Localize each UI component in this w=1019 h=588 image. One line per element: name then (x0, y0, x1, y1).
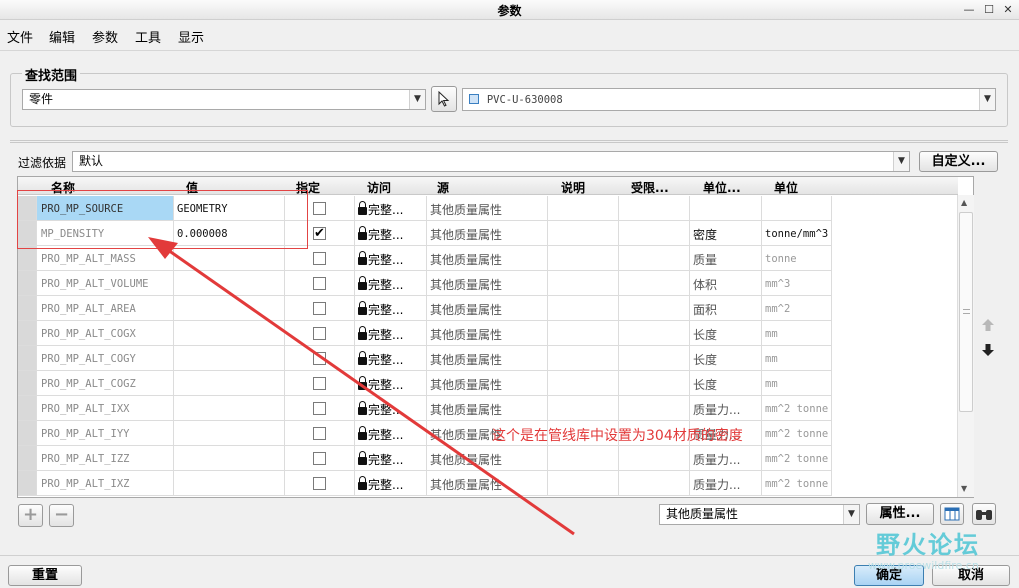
reset-button[interactable]: 重置 (8, 565, 82, 586)
forum-watermark: 野火论坛 (876, 531, 980, 559)
annotation-arrow-icon (148, 237, 575, 536)
watermark-url: www.proewildfire.cn (868, 559, 979, 572)
annotation-text: 这个是在管线库中设置为304材质的密度 (492, 428, 743, 444)
